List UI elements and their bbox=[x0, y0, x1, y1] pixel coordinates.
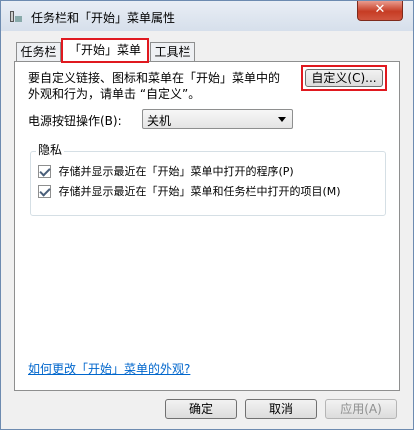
recent-programs-label: 存储并显示最近在「开始」菜单中打开的程序(P) bbox=[58, 165, 294, 178]
close-button[interactable]: ✕ bbox=[357, 1, 403, 21]
customize-appearance-link[interactable]: 如何更改「开始」菜单的外观? bbox=[28, 360, 190, 377]
recent-items-checkbox[interactable] bbox=[38, 184, 51, 198]
recent-items-label: 存储并显示最近在「开始」菜单和任务栏中打开的项目(M) bbox=[58, 185, 341, 198]
tab-toolbars[interactable]: 工具栏 bbox=[150, 42, 195, 62]
customize-button[interactable]: 自定义(C)... bbox=[305, 69, 383, 87]
recent-items-option[interactable]: 存储并显示最近在「开始」菜单和任务栏中打开的项目(M) bbox=[38, 183, 341, 199]
recent-programs-checkbox[interactable] bbox=[38, 164, 51, 178]
power-button-value: 关机 bbox=[147, 114, 172, 128]
apply-button[interactable]: 应用(A) bbox=[325, 399, 397, 419]
description-line-1: 要自定义链接、图标和菜单在「开始」菜单中的 bbox=[28, 71, 281, 85]
tab-start-menu[interactable]: 「开始」菜单 bbox=[61, 38, 149, 63]
title-bar: 任务栏和「开始」菜单属性 ✕ bbox=[1, 1, 413, 31]
description-line-2: 外观和行为，请单击 “自定义”。 bbox=[28, 87, 201, 101]
customize-highlight: 自定义(C)... bbox=[301, 65, 387, 91]
properties-window: 任务栏和「开始」菜单属性 ✕ 任务栏 「开始」菜单 工具栏 要自定义链接、图标和… bbox=[0, 0, 414, 430]
taskbar-app-icon bbox=[10, 11, 22, 22]
start-menu-description: 要自定义链接、图标和菜单在「开始」菜单中的 外观和行为，请单击 “自定义”。 bbox=[28, 70, 288, 102]
tab-taskbar[interactable]: 任务栏 bbox=[16, 42, 61, 62]
cancel-button[interactable]: 取消 bbox=[245, 399, 317, 419]
power-button-select[interactable]: 关机 bbox=[142, 109, 293, 129]
recent-programs-option[interactable]: 存储并显示最近在「开始」菜单中打开的程序(P) bbox=[38, 163, 294, 179]
window-title: 任务栏和「开始」菜单属性 bbox=[31, 11, 176, 25]
chevron-down-icon bbox=[278, 117, 286, 122]
power-button-label: 电源按钮操作(B): bbox=[28, 114, 122, 128]
close-icon: ✕ bbox=[374, 2, 386, 17]
privacy-title: 隐私 bbox=[36, 141, 65, 158]
ok-button[interactable]: 确定 bbox=[165, 399, 237, 419]
